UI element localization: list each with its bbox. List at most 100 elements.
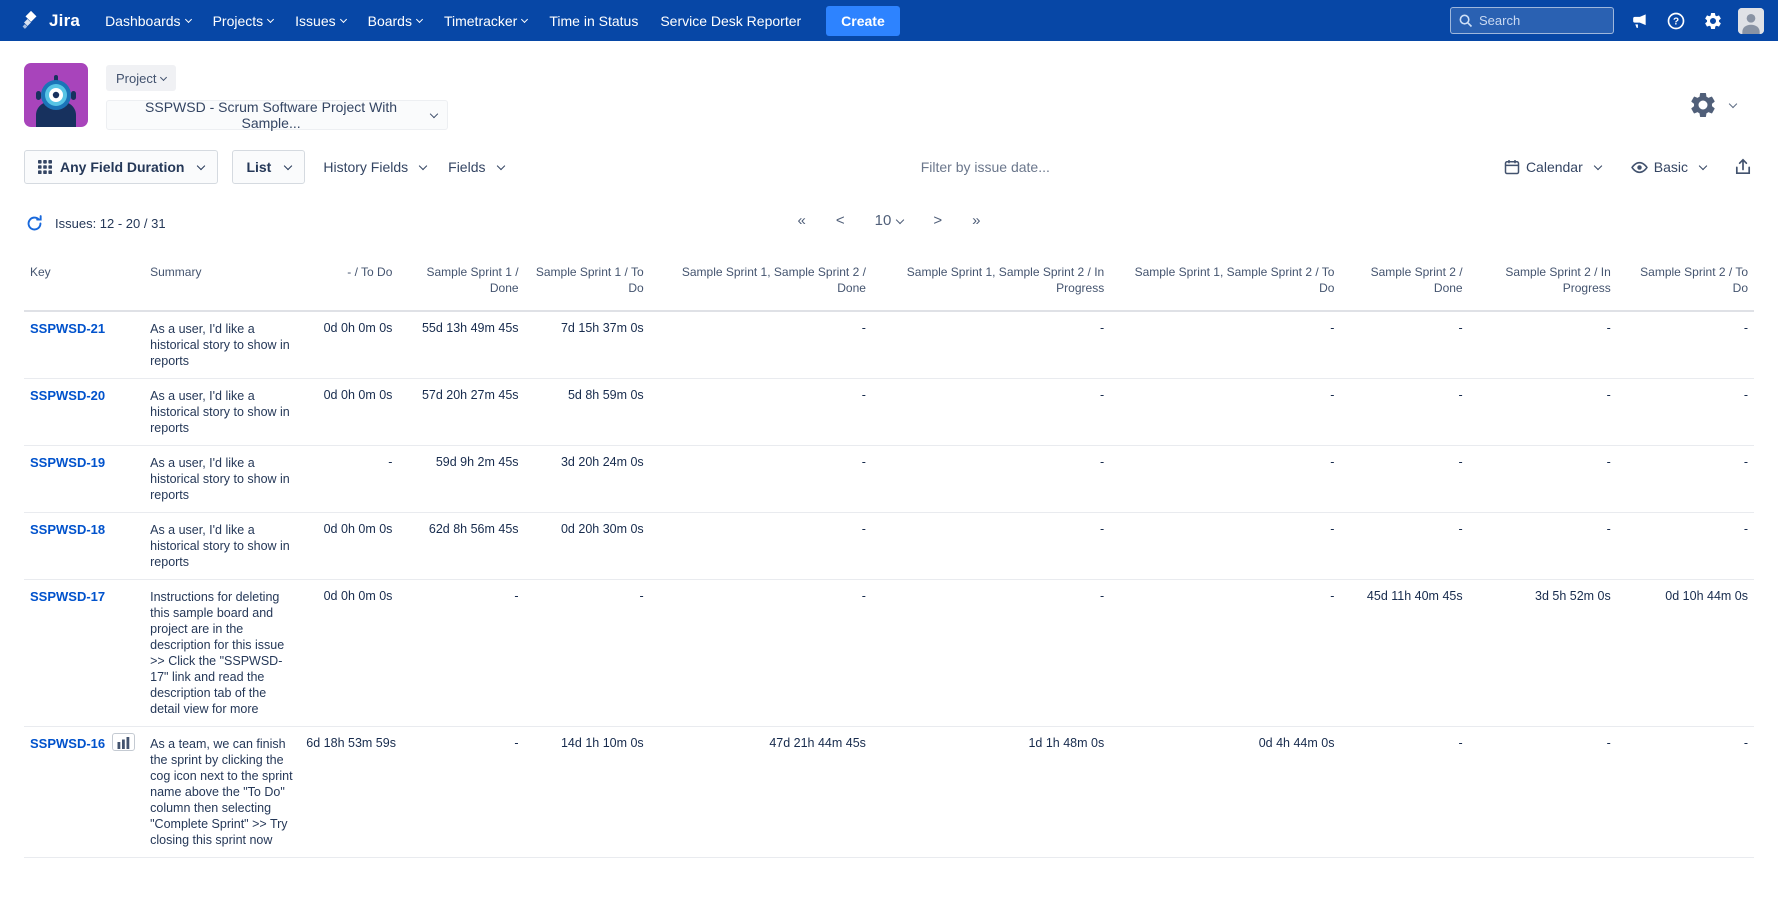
- pagination: « < 10 > »: [0, 208, 1778, 233]
- duration-value: -: [514, 736, 518, 750]
- col-header-s1s2-todo[interactable]: Sample Sprint 1, Sample Sprint 2 / To Do: [1110, 264, 1340, 311]
- duration-value: 57d 20h 27m 45s: [422, 388, 519, 402]
- nav-dashboards[interactable]: Dashboards: [94, 0, 202, 41]
- calendar-dropdown[interactable]: Calendar: [1500, 150, 1605, 184]
- page-size-value: 10: [875, 212, 892, 229]
- duration-cell: -: [1617, 446, 1754, 513]
- duration-value: -: [1330, 388, 1334, 402]
- results-bar: Issues: 12 - 20 / 31 « < 10 > »: [0, 184, 1778, 236]
- issue-summary-cell: As a user, I'd like a historical story t…: [144, 513, 300, 580]
- duration-cell: 3d 20h 24m 0s: [525, 446, 650, 513]
- last-page-button[interactable]: »: [964, 208, 988, 233]
- nav-dashboards-label: Dashboards: [105, 13, 181, 29]
- duration-cell: -: [1617, 311, 1754, 379]
- duration-cell: 3d 5h 52m 0s: [1469, 580, 1617, 727]
- duration-cell: -: [1617, 727, 1754, 858]
- col-header-s1s2-done[interactable]: Sample Sprint 1, Sample Sprint 2 / Done: [650, 264, 872, 311]
- col-header-s1-done[interactable]: Sample Sprint 1 / Done: [398, 264, 524, 311]
- project-select-dropdown[interactable]: SSPWSD - Scrum Software Project With Sam…: [106, 100, 448, 130]
- chevron-down-icon: [197, 162, 205, 170]
- help-button[interactable]: ?: [1664, 9, 1688, 33]
- issue-key-link[interactable]: SSPWSD-21: [30, 321, 105, 336]
- user-avatar[interactable]: [1738, 8, 1764, 34]
- duration-cell: 14d 1h 10m 0s: [525, 727, 650, 858]
- search-input[interactable]: [1450, 7, 1614, 34]
- jira-logo[interactable]: Jira: [14, 10, 94, 32]
- duration-cell: 0d 0h 0m 0s: [300, 379, 398, 446]
- issue-summary-cell: As a user, I'd like a historical story t…: [144, 311, 300, 379]
- project-avatar[interactable]: [24, 63, 88, 127]
- duration-value: -: [862, 589, 866, 603]
- prev-page-button[interactable]: <: [828, 208, 853, 233]
- duration-cell: -: [1110, 580, 1340, 727]
- create-button[interactable]: Create: [826, 6, 900, 36]
- export-icon: [1734, 158, 1752, 176]
- duration-value: -: [862, 522, 866, 536]
- page-size-dropdown[interactable]: 10: [867, 208, 912, 233]
- issue-summary: As a team, we can finish the sprint by c…: [150, 736, 294, 848]
- top-navbar: Jira Dashboards Projects Issues Boards T…: [0, 0, 1778, 41]
- field-duration-dropdown[interactable]: Any Field Duration: [24, 150, 218, 184]
- col-header-s1-todo[interactable]: Sample Sprint 1 / To Do: [525, 264, 650, 311]
- duration-value: -: [1100, 589, 1104, 603]
- col-header-s2-done[interactable]: Sample Sprint 2 / Done: [1340, 264, 1468, 311]
- history-fields-dropdown[interactable]: History Fields: [319, 150, 430, 184]
- issue-key-link[interactable]: SSPWSD-19: [30, 455, 105, 470]
- issue-row: SSPWSD-16 As a team, we can finish the sp…: [24, 727, 1754, 858]
- project-info: Project SSPWSD - Scrum Software Project …: [106, 63, 448, 130]
- issue-summary: As a user, I'd like a historical story t…: [150, 388, 294, 436]
- question-icon: ?: [1666, 11, 1686, 31]
- eye-icon: [1631, 159, 1648, 176]
- table-header-row: Key Summary - / To Do Sample Sprint 1 / …: [24, 264, 1754, 311]
- first-page-button[interactable]: «: [790, 208, 814, 233]
- filter-date-input[interactable]: [919, 158, 1089, 176]
- row-chart-button[interactable]: [112, 733, 135, 751]
- issue-summary: As a user, I'd like a historical story t…: [150, 321, 294, 369]
- report-settings-button[interactable]: [1682, 89, 1742, 121]
- nav-timetracker[interactable]: Timetracker: [433, 0, 538, 41]
- duration-cell: 1d 1h 48m 0s: [872, 727, 1110, 858]
- nav-time-in-status[interactable]: Time in Status: [538, 0, 649, 41]
- project-type-dropdown[interactable]: Project: [106, 65, 176, 91]
- duration-cell: -: [872, 446, 1110, 513]
- col-header-s1s2-inprogress[interactable]: Sample Sprint 1, Sample Sprint 2 / In Pr…: [872, 264, 1110, 311]
- nav-projects-label: Projects: [213, 13, 264, 29]
- issue-key-link[interactable]: SSPWSD-17: [30, 589, 105, 604]
- refresh-button[interactable]: [24, 213, 45, 234]
- duration-cell: 0d 10h 44m 0s: [1617, 580, 1754, 727]
- nav-boards[interactable]: Boards: [357, 0, 433, 41]
- duration-value: 0d 10h 44m 0s: [1665, 589, 1748, 603]
- duration-value: -: [640, 589, 644, 603]
- col-header-key[interactable]: Key: [24, 264, 144, 311]
- issue-key-link[interactable]: SSPWSD-20: [30, 388, 105, 403]
- duration-cell: -: [1469, 513, 1617, 580]
- duration-value: -: [1744, 736, 1748, 750]
- nav-issues[interactable]: Issues: [284, 0, 356, 41]
- col-header-s2-todo[interactable]: Sample Sprint 2 / To Do: [1617, 264, 1754, 311]
- settings-button[interactable]: [1701, 9, 1725, 33]
- gear-icon: [1688, 90, 1718, 120]
- duration-value: 47d 21h 44m 45s: [769, 736, 866, 750]
- announcements-button[interactable]: [1627, 9, 1651, 33]
- duration-cell: -: [650, 513, 872, 580]
- fields-dropdown[interactable]: Fields: [444, 150, 507, 184]
- duration-value: -: [1458, 522, 1462, 536]
- issue-key-cell: SSPWSD-19: [24, 446, 144, 513]
- duration-value: -: [1330, 321, 1334, 335]
- duration-value: 3d 5h 52m 0s: [1535, 589, 1611, 603]
- col-header-none-todo[interactable]: - / To Do: [300, 264, 398, 311]
- issue-key-link[interactable]: SSPWSD-16: [30, 736, 105, 751]
- duration-cell: 55d 13h 49m 45s: [398, 311, 524, 379]
- chevron-down-icon: [185, 16, 192, 23]
- next-page-button[interactable]: >: [925, 208, 950, 233]
- nav-projects[interactable]: Projects: [202, 0, 285, 41]
- nav-service-desk-reporter[interactable]: Service Desk Reporter: [649, 0, 812, 41]
- export-button[interactable]: [1732, 156, 1754, 178]
- col-header-s2-inprogress[interactable]: Sample Sprint 2 / In Progress: [1469, 264, 1617, 311]
- duration-value: 0d 4h 44m 0s: [1259, 736, 1335, 750]
- view-dropdown[interactable]: List: [232, 150, 305, 184]
- col-header-summary[interactable]: Summary: [144, 264, 300, 311]
- issue-key-link[interactable]: SSPWSD-18: [30, 522, 105, 537]
- gear-icon: [1703, 11, 1723, 31]
- basic-view-dropdown[interactable]: Basic: [1627, 150, 1710, 184]
